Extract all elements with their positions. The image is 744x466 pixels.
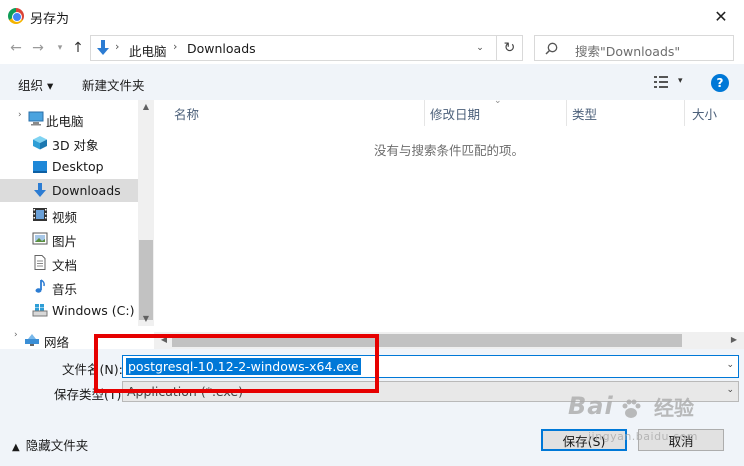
breadcrumb-separator-icon: ›: [115, 40, 120, 53]
column-divider[interactable]: [424, 100, 425, 126]
video-icon: [33, 208, 47, 221]
chevron-down-icon: ⌄: [476, 43, 484, 53]
sidebar-item-pictures[interactable]: 图片: [0, 227, 138, 250]
music-icon: [35, 279, 45, 293]
drive-icon: [32, 304, 48, 317]
command-toolbar: 组织 ▾ 新建文件夹 ▾ ?: [0, 64, 744, 100]
address-bar[interactable]: › 此电脑 › Downloads: [90, 35, 523, 61]
chevron-down-icon[interactable]: ⌄: [726, 360, 734, 370]
help-icon[interactable]: ?: [711, 74, 729, 92]
window-title: 另存为: [30, 12, 70, 27]
search-placeholder: 搜索"Downloads": [575, 44, 681, 59]
3d-objects-icon: [33, 136, 47, 150]
chevron-up-icon: ▲: [12, 442, 20, 453]
sidebar-item-videos[interactable]: 视频: [0, 203, 138, 226]
breadcrumb-this-pc[interactable]: 此电脑: [129, 41, 167, 60]
computer-icon: [28, 111, 44, 126]
close-button[interactable]: ✕: [698, 0, 744, 32]
column-header-size[interactable]: 大小: [692, 104, 717, 123]
refresh-button[interactable]: ↻: [496, 35, 522, 61]
new-folder-button[interactable]: 新建文件夹: [82, 75, 145, 94]
view-options-icon[interactable]: [654, 76, 668, 88]
sidebar-item-documents[interactable]: 文档: [0, 251, 138, 274]
downloads-icon: [34, 183, 46, 197]
sidebar-item-3d-objects[interactable]: 3D 对象: [0, 131, 138, 154]
refresh-icon: ↻: [503, 40, 516, 56]
watermark-url: jingyan.baidu.com: [588, 430, 699, 443]
sidebar-item-this-pc[interactable]: › 此电脑: [0, 107, 138, 130]
forward-arrow-icon: →: [32, 40, 44, 56]
search-input[interactable]: 搜索"Downloads": [534, 35, 734, 61]
navigation-pane: › 此电脑 3D 对象 Desktop Downloads 视频 图片 文档 音…: [0, 100, 138, 326]
expand-arrow-icon[interactable]: ›: [18, 110, 22, 120]
baidu-paw-icon: [622, 399, 641, 418]
empty-message: 没有与搜索条件匹配的项。: [373, 143, 524, 158]
title-bar: 另存为 ✕: [0, 0, 744, 32]
breadcrumb-separator-icon: ›: [173, 40, 178, 53]
chevron-down-icon: ▾: [57, 43, 63, 53]
annotation-highlight-box: [94, 334, 379, 393]
search-icon: [545, 42, 558, 55]
documents-icon: [34, 255, 46, 270]
column-header-modified[interactable]: 修改日期: [430, 104, 480, 123]
sidebar-scrollbar[interactable]: ▲ ▼: [138, 100, 154, 326]
column-header-name[interactable]: 名称: [174, 104, 199, 123]
file-list: ⌄ 名称 修改日期 类型 大小 没有与搜索条件匹配的项。: [154, 96, 744, 332]
scroll-right-icon[interactable]: ▶: [726, 335, 742, 344]
breadcrumb-downloads[interactable]: Downloads: [187, 41, 256, 56]
view-dropdown-icon[interactable]: ▾: [678, 76, 683, 86]
baidu-watermark: Bai 经验 jingyan.baidu.com: [540, 386, 740, 446]
pictures-icon: [32, 232, 48, 245]
sidebar-item-desktop[interactable]: Desktop: [0, 155, 138, 178]
chrome-icon: [8, 8, 24, 24]
forward-button[interactable]: →: [28, 38, 48, 58]
recent-locations-button[interactable]: ▾: [50, 38, 70, 58]
column-divider[interactable]: [684, 100, 685, 126]
scroll-down-icon[interactable]: ▼: [138, 314, 154, 323]
sidebar-item-downloads[interactable]: Downloads: [0, 179, 138, 202]
watermark-text: 经验: [654, 396, 694, 420]
network-icon: [25, 334, 39, 346]
watermark-logo: Bai: [568, 392, 614, 420]
organize-button[interactable]: 组织 ▾: [18, 75, 53, 94]
sidebar-scroll-thumb[interactable]: [139, 240, 153, 320]
navigation-bar: ← → ▾ ↑ › 此电脑 › Downloads ⌄ ↻ 搜索"Downloa…: [0, 32, 744, 64]
up-arrow-icon: ↑: [72, 40, 84, 56]
column-header-type[interactable]: 类型: [572, 104, 597, 123]
downloads-folder-icon: [97, 40, 109, 55]
sort-indicator-icon: ⌄: [494, 96, 502, 106]
back-button[interactable]: ←: [6, 38, 26, 58]
back-arrow-icon: ←: [10, 40, 22, 56]
sidebar-item-music[interactable]: 音乐: [0, 275, 138, 298]
desktop-icon: [33, 161, 47, 173]
up-button[interactable]: ↑: [68, 38, 88, 58]
scroll-up-icon[interactable]: ▲: [138, 102, 154, 111]
address-dropdown-button[interactable]: ⌄: [468, 35, 492, 61]
column-divider[interactable]: [566, 100, 567, 126]
hide-folders-button[interactable]: ▲ 隐藏文件夹: [12, 435, 88, 454]
expand-arrow-icon[interactable]: ›: [14, 330, 18, 340]
sidebar-item-windows-c[interactable]: Windows (C:): [0, 299, 138, 322]
close-icon: ✕: [714, 6, 728, 26]
